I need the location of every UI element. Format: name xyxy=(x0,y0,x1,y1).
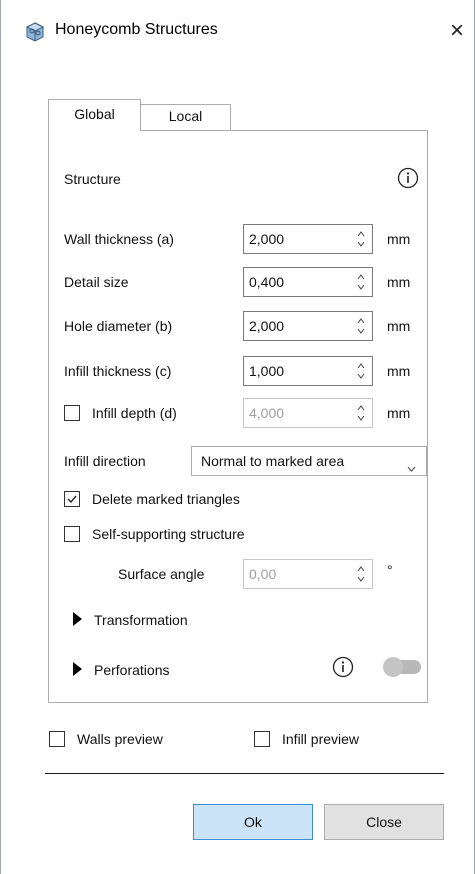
surface-angle-label: Surface angle xyxy=(118,566,205,582)
infill-preview-label: Infill preview xyxy=(282,731,360,747)
perforations-info-icon[interactable] xyxy=(332,656,354,678)
structure-heading: Structure xyxy=(64,171,121,187)
expand-triangle-icon[interactable] xyxy=(73,662,82,676)
wall-thickness-spinbox[interactable]: 2,000 xyxy=(243,224,373,254)
structure-info-icon[interactable] xyxy=(397,167,419,189)
self-supporting-structure-label: Self-supporting structure xyxy=(92,526,245,542)
walls-preview-checkbox[interactable] xyxy=(49,731,65,747)
delete-marked-triangles-label: Delete marked triangles xyxy=(92,491,240,507)
spin-arrows-icon[interactable] xyxy=(356,361,366,381)
wall-thickness-value: 2,000 xyxy=(249,231,285,247)
infill-depth-unit: mm xyxy=(387,405,411,421)
perforations-toggle[interactable] xyxy=(381,655,425,679)
ok-button[interactable]: Ok xyxy=(193,804,313,840)
detail-size-value: 0,400 xyxy=(249,274,285,290)
transformation-section[interactable]: Transformation xyxy=(94,612,188,628)
checkmark-icon xyxy=(67,495,77,504)
wall-thickness-unit: mm xyxy=(387,231,411,247)
infill-direction-select[interactable]: Normal to marked area xyxy=(191,446,427,476)
detail-size-spinbox[interactable]: 0,400 xyxy=(243,267,373,297)
infill-depth-checkbox[interactable] xyxy=(64,405,80,421)
title-bar: Honeycomb Structures × xyxy=(1,0,475,62)
hole-diameter-label: Hole diameter (b) xyxy=(64,318,173,334)
hole-diameter-spinbox[interactable]: 2,000 xyxy=(243,311,373,341)
infill-thickness-unit: mm xyxy=(387,363,411,379)
hole-diameter-value: 2,000 xyxy=(249,318,285,334)
separator-line xyxy=(45,773,444,774)
surface-angle-spinbox[interactable]: 0,00 xyxy=(243,559,373,589)
delete-marked-triangles-checkbox[interactable] xyxy=(64,491,80,507)
walls-preview-label: Walls preview xyxy=(77,731,163,747)
expand-triangle-icon[interactable] xyxy=(73,612,82,626)
infill-preview-checkbox[interactable] xyxy=(254,731,270,747)
detail-size-label: Detail size xyxy=(64,274,129,290)
cube-icon xyxy=(25,22,45,42)
infill-thickness-label: Infill thickness (c) xyxy=(64,363,172,379)
close-button[interactable]: Close xyxy=(324,804,444,840)
spin-arrows-icon[interactable] xyxy=(356,564,366,584)
wall-thickness-label: Wall thickness (a) xyxy=(64,231,174,247)
tab-local[interactable]: Local xyxy=(141,104,231,130)
window-title: Honeycomb Structures xyxy=(55,21,218,38)
infill-depth-value: 4,000 xyxy=(249,405,285,421)
close-window-button[interactable]: × xyxy=(443,16,471,46)
chevron-down-icon xyxy=(407,459,416,475)
perforations-section[interactable]: Perforations xyxy=(94,662,169,678)
hole-diameter-unit: mm xyxy=(387,318,411,334)
spin-arrows-icon[interactable] xyxy=(356,316,366,336)
spin-arrows-icon[interactable] xyxy=(356,229,366,249)
tab-global[interactable]: Global xyxy=(48,99,141,131)
spin-arrows-icon[interactable] xyxy=(356,403,366,423)
dialog-window: Honeycomb Structures × Global Local Stru… xyxy=(0,0,475,874)
infill-direction-label: Infill direction xyxy=(64,453,146,469)
spin-arrows-icon[interactable] xyxy=(356,272,366,292)
infill-direction-value: Normal to marked area xyxy=(201,453,345,469)
infill-depth-spinbox[interactable]: 4,000 xyxy=(243,398,373,428)
surface-angle-unit: ° xyxy=(387,562,393,578)
infill-thickness-value: 1,000 xyxy=(249,363,285,379)
self-supporting-structure-checkbox[interactable] xyxy=(64,526,80,542)
infill-thickness-spinbox[interactable]: 1,000 xyxy=(243,356,373,386)
infill-depth-label: Infill depth (d) xyxy=(92,405,177,421)
detail-size-unit: mm xyxy=(387,274,411,290)
surface-angle-value: 0,00 xyxy=(249,566,277,582)
